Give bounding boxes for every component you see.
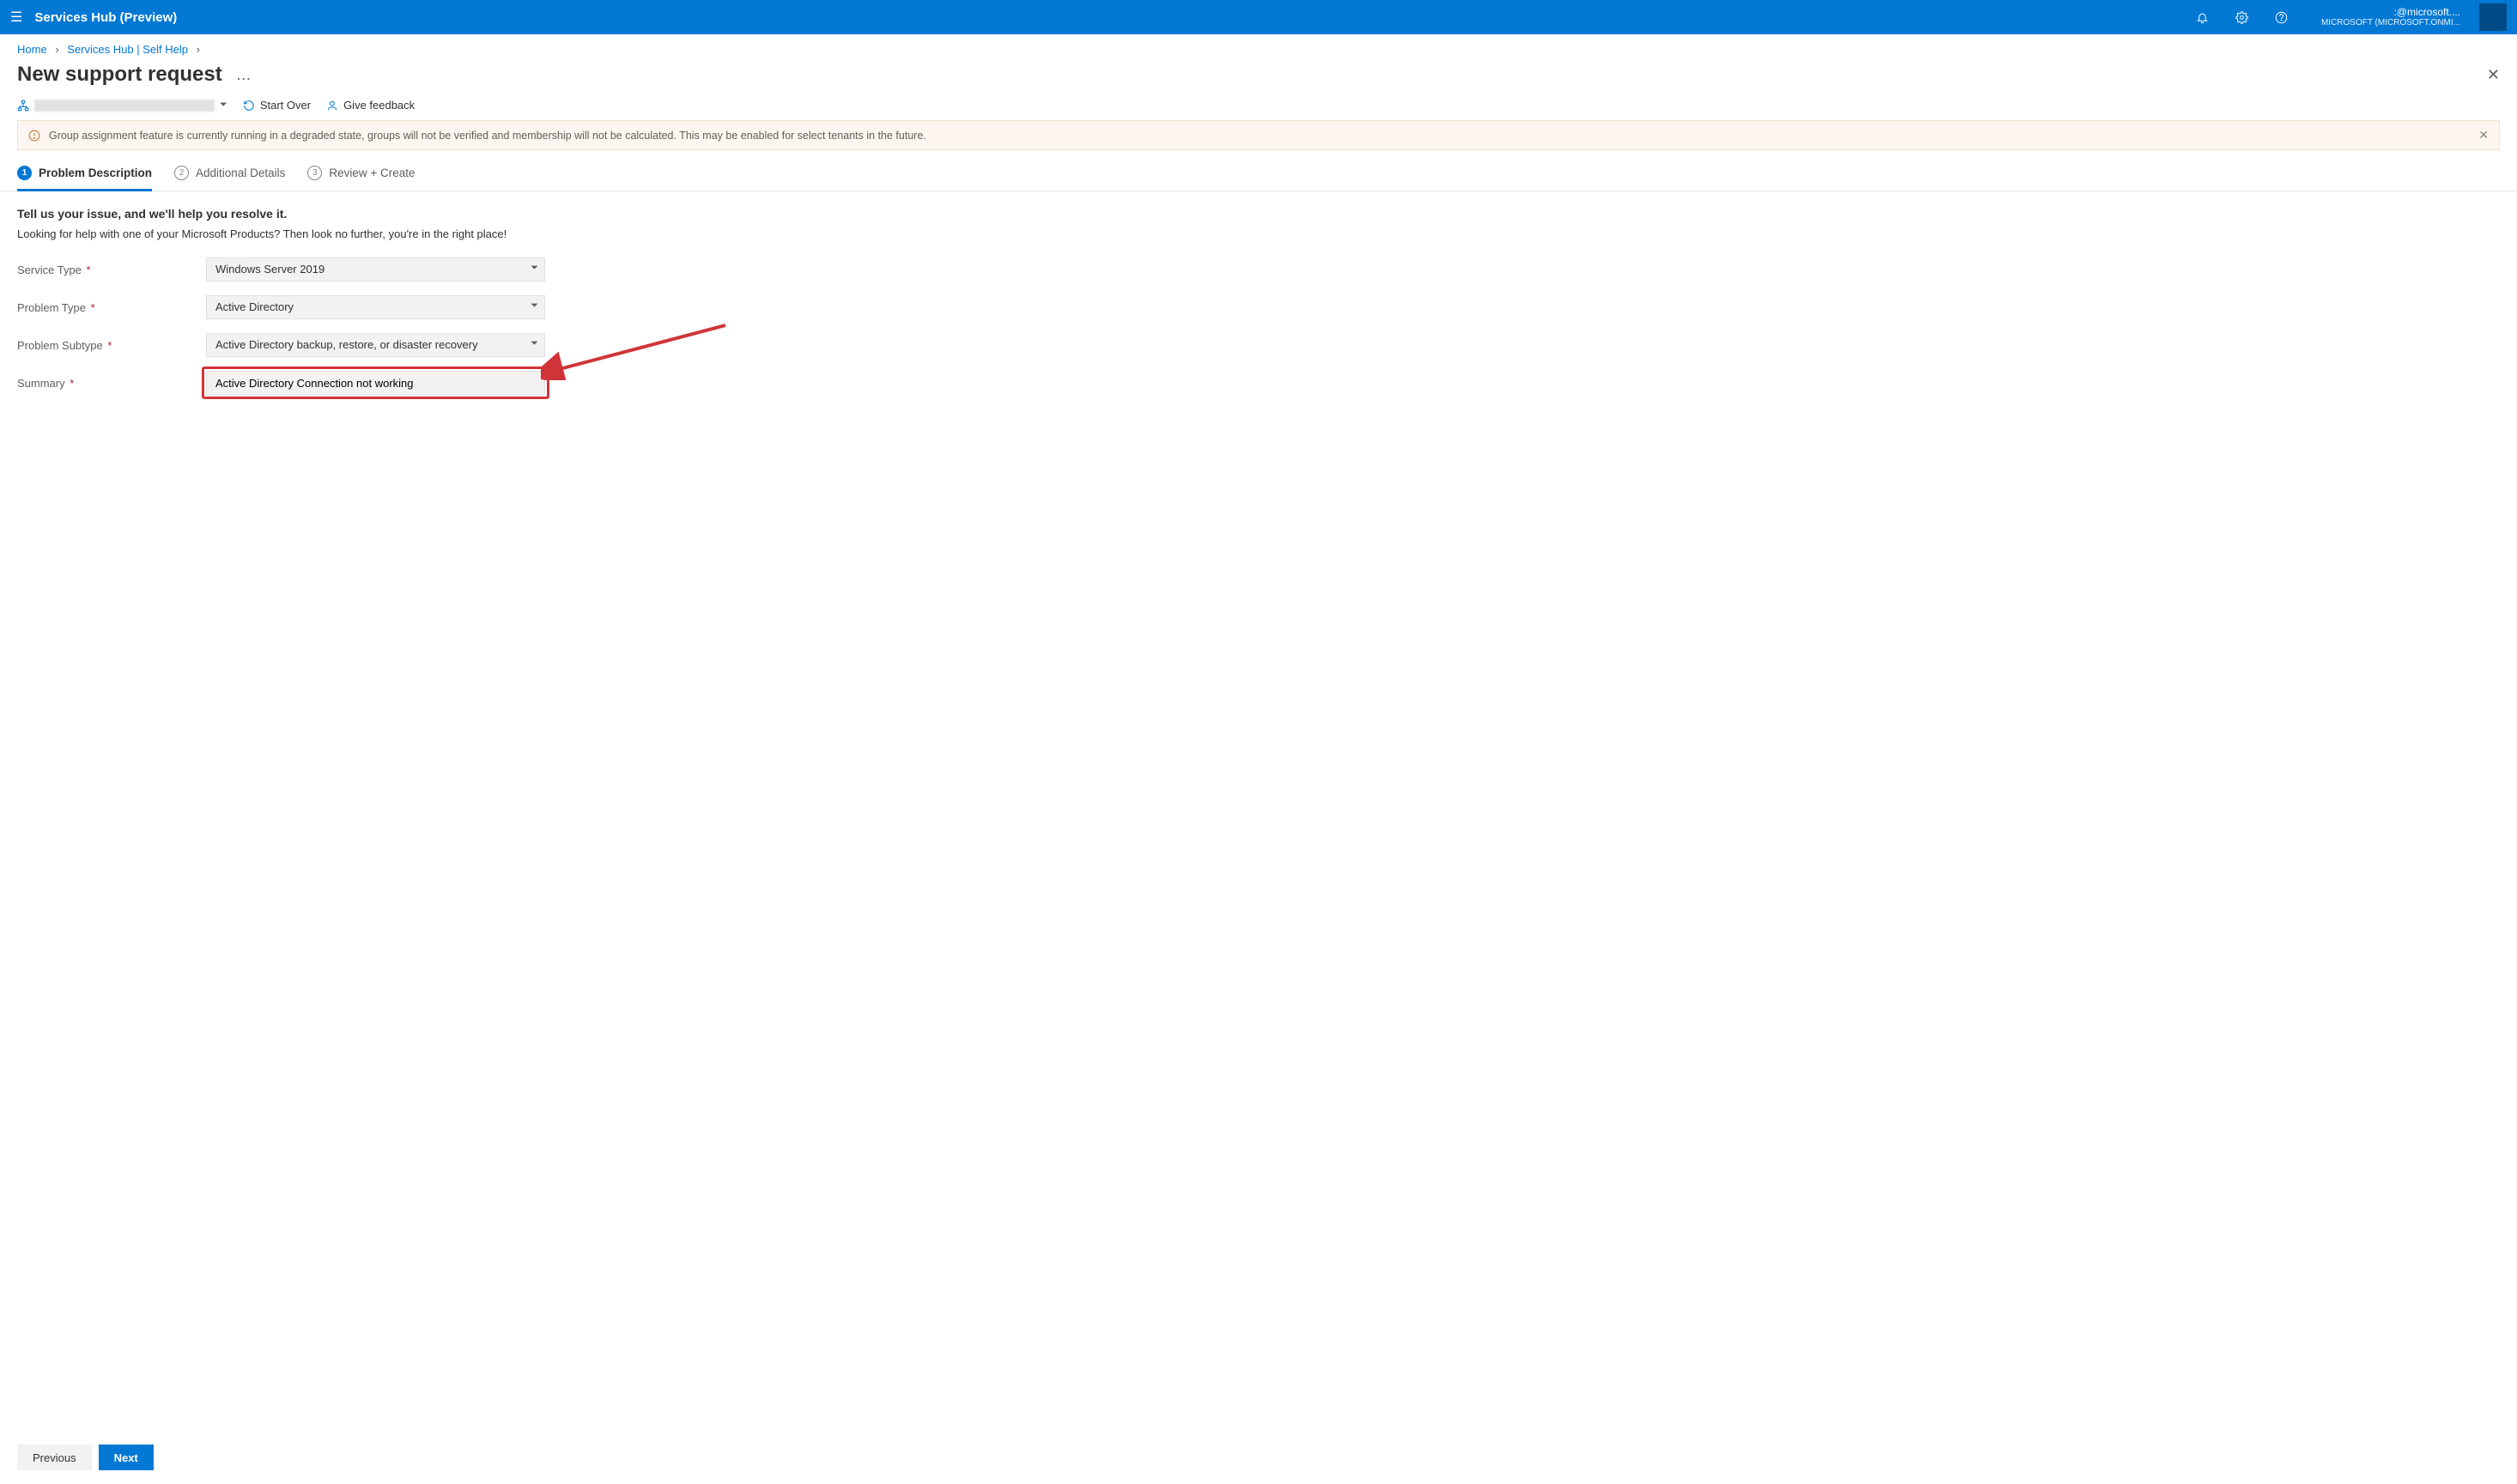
tab-label: Additional Details xyxy=(196,167,285,179)
label-summary: Summary * xyxy=(17,377,206,390)
tab-problem-description[interactable]: 1 Problem Description xyxy=(17,159,152,191)
summary-input[interactable] xyxy=(206,371,545,395)
label-problem-type: Problem Type * xyxy=(17,301,206,314)
select-problem-type[interactable]: Active Directory ⏷ xyxy=(206,295,545,319)
gear-icon[interactable] xyxy=(2235,11,2263,24)
topbar: ☰ Services Hub (Preview) :@microsoft....… xyxy=(0,0,2517,34)
row-service-type: Service Type * Windows Server 2019 ⏷ xyxy=(17,257,2500,282)
page-title: New support request xyxy=(17,63,222,87)
step-badge: 1 xyxy=(17,166,32,180)
hierarchy-icon xyxy=(17,100,29,112)
step-badge: 3 xyxy=(307,166,322,180)
footer-actions: Previous Next xyxy=(0,1436,2517,1484)
form-subtext: Looking for help with one of your Micros… xyxy=(17,227,2500,240)
chevron-right-icon: › xyxy=(191,43,205,56)
account-email: :@microsoft.... xyxy=(2321,6,2460,18)
feedback-icon xyxy=(326,100,338,112)
page-header: New support request … ✕ xyxy=(0,59,2517,99)
status-banner: Group assignment feature is currently ru… xyxy=(17,120,2500,150)
select-value: Windows Server 2019 xyxy=(206,257,545,282)
more-actions-button[interactable]: … xyxy=(227,66,260,84)
close-icon[interactable]: ✕ xyxy=(2487,66,2500,84)
previous-button[interactable]: Previous xyxy=(17,1445,92,1470)
notifications-icon[interactable] xyxy=(2196,11,2223,24)
account-block[interactable]: :@microsoft.... MICROSOFT (MICROSOFT.ONM… xyxy=(2314,6,2467,28)
app-title: Services Hub (Preview) xyxy=(34,10,177,25)
crumb-services-hub[interactable]: Services Hub | Self Help xyxy=(67,43,188,56)
label-service-type: Service Type * xyxy=(17,263,206,276)
tab-label: Review + Create xyxy=(329,167,415,179)
form-heading: Tell us your issue, and we'll help you r… xyxy=(17,207,2500,221)
label-problem-subtype: Problem Subtype * xyxy=(17,339,206,352)
breadcrumb: Home › Services Hub | Self Help › xyxy=(0,34,2517,59)
select-value: Active Directory xyxy=(206,295,545,319)
select-problem-subtype[interactable]: Active Directory backup, restore, or dis… xyxy=(206,333,545,357)
avatar[interactable] xyxy=(2479,3,2507,31)
start-over-label: Start Over xyxy=(260,99,311,112)
start-over-button[interactable]: Start Over xyxy=(243,99,311,112)
tab-additional-details[interactable]: 2 Additional Details xyxy=(174,159,285,191)
next-button[interactable]: Next xyxy=(99,1445,154,1470)
banner-text: Group assignment feature is currently ru… xyxy=(49,130,926,142)
account-tenant: MICROSOFT (MICROSOFT.ONMI... xyxy=(2321,18,2460,28)
chevron-right-icon: › xyxy=(50,43,64,56)
refresh-icon xyxy=(243,100,255,112)
feedback-label: Give feedback xyxy=(343,99,415,112)
tab-label: Problem Description xyxy=(39,167,152,179)
select-service-type[interactable]: Windows Server 2019 ⏷ xyxy=(206,257,545,282)
hamburger-icon[interactable]: ☰ xyxy=(10,9,22,26)
form-content: Tell us your issue, and we'll help you r… xyxy=(0,191,2517,1436)
resource-picker[interactable]: ⏷ xyxy=(17,100,227,112)
warning-icon xyxy=(28,130,40,142)
chevron-down-icon: ⏷ xyxy=(220,100,227,111)
step-tabs: 1 Problem Description 2 Additional Detai… xyxy=(0,159,2517,191)
summary-field-wrap xyxy=(206,371,545,395)
toolbar: ⏷ Start Over Give feedback xyxy=(0,99,2517,120)
help-icon[interactable] xyxy=(2275,11,2302,24)
row-problem-type: Problem Type * Active Directory ⏷ xyxy=(17,295,2500,319)
resource-name-redacted xyxy=(34,100,215,112)
tab-review-create[interactable]: 3 Review + Create xyxy=(307,159,415,191)
row-problem-subtype: Problem Subtype * Active Directory backu… xyxy=(17,333,2500,357)
banner-close-icon[interactable]: ✕ xyxy=(2478,128,2489,142)
row-summary: Summary * xyxy=(17,371,2500,395)
give-feedback-button[interactable]: Give feedback xyxy=(326,99,415,112)
crumb-home[interactable]: Home xyxy=(17,43,47,56)
select-value: Active Directory backup, restore, or dis… xyxy=(206,333,545,357)
step-badge: 2 xyxy=(174,166,189,180)
